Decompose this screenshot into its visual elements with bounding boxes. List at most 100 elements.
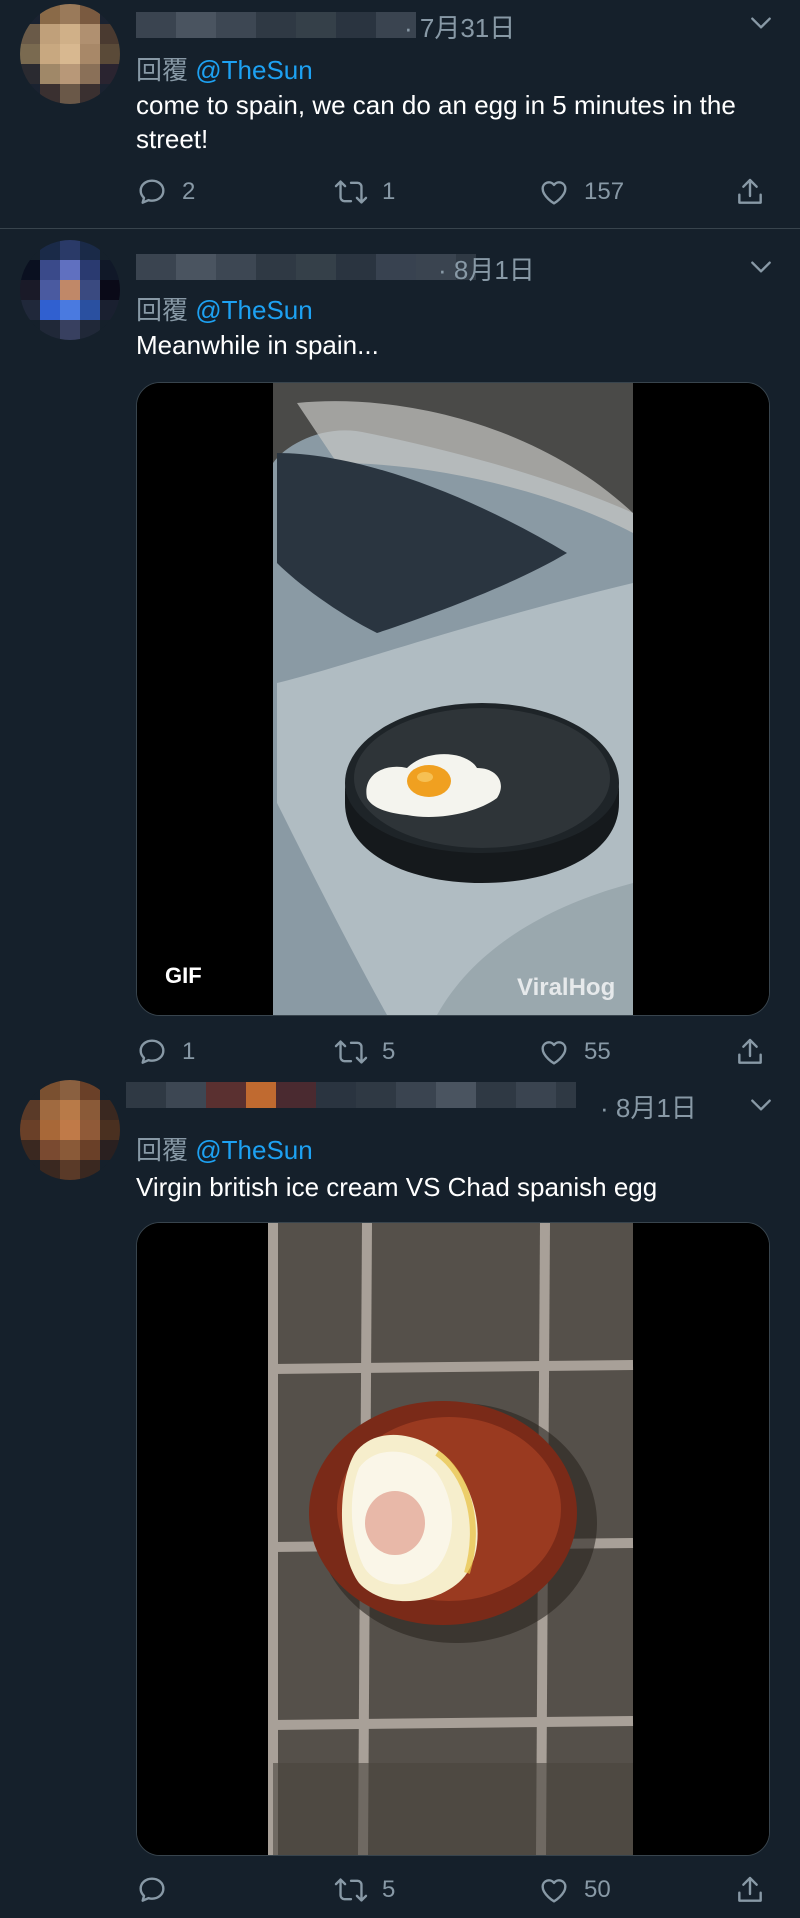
avatar-pixels: [20, 1080, 120, 1180]
author-name-blurred[interactable]: [136, 254, 476, 280]
avatar-pixel: [60, 84, 80, 104]
avatar-pixel: [80, 240, 100, 260]
like-button[interactable]: 55: [538, 1032, 611, 1072]
reply-count: 1: [182, 1038, 196, 1065]
retweet-count: 5: [382, 1038, 396, 1065]
avatar-pixel: [60, 320, 80, 340]
video-media[interactable]: [136, 1222, 770, 1856]
avatar-pixel: [20, 1140, 40, 1160]
avatar-pixel: [60, 1160, 80, 1180]
share-button[interactable]: [734, 172, 766, 212]
reply-icon: [139, 1877, 165, 1902]
reply-context: 回覆 @TheSun: [136, 1130, 313, 1167]
heart-icon: [541, 1041, 567, 1065]
avatar-pixel: [100, 320, 120, 340]
avatar-pixel: [80, 260, 100, 280]
avatar-pixel: [40, 1160, 60, 1180]
reply-handle-link[interactable]: @TheSun: [195, 295, 312, 325]
avatar-pixel: [80, 320, 100, 340]
avatar-pixel: [100, 1080, 120, 1100]
avatar-pixel: [100, 240, 120, 260]
avatar-pixels: [20, 4, 120, 104]
avatar-pixel: [60, 240, 80, 260]
reply-button[interactable]: [136, 1870, 182, 1910]
retweet-button[interactable]: 1: [334, 172, 395, 212]
avatar-pixel: [100, 4, 120, 24]
tweet-date[interactable]: · 8月1日: [600, 1088, 697, 1125]
like-button[interactable]: 50: [538, 1870, 611, 1910]
avatar[interactable]: [20, 1080, 120, 1180]
avatar-pixel: [40, 300, 60, 320]
avatar-pixel: [80, 1080, 100, 1100]
avatar-pixel: [20, 1160, 40, 1180]
chevron-down-icon[interactable]: [748, 10, 774, 36]
tweet-actions: 2 1 157: [136, 172, 776, 212]
gif-media[interactable]: GIF ViralHog: [136, 382, 770, 1016]
chevron-down-icon[interactable]: [748, 1092, 774, 1118]
author-name-blurred[interactable]: [136, 12, 416, 38]
tweet-text: Virgin british ice cream VS Chad spanish…: [136, 1172, 658, 1202]
share-button[interactable]: [734, 1870, 766, 1910]
avatar-pixel: [60, 300, 80, 320]
heart-icon: [541, 181, 567, 205]
tweet-date[interactable]: · 7月31日: [404, 8, 515, 45]
avatar-pixel: [20, 24, 40, 44]
like-count: 55: [584, 1038, 611, 1065]
avatar-pixel: [40, 320, 60, 340]
reply-button[interactable]: 2: [136, 172, 195, 212]
retweet-button[interactable]: 5: [334, 1032, 395, 1072]
reply-handle-link[interactable]: @TheSun: [195, 1135, 312, 1165]
avatar-pixel: [60, 4, 80, 24]
tweet-date[interactable]: · 8月1日: [438, 250, 535, 287]
share-icon: [738, 1876, 762, 1902]
reply-context: 回覆 @TheSun: [136, 50, 313, 87]
avatar[interactable]: [20, 4, 120, 104]
avatar-pixel: [20, 44, 40, 64]
avatar-pixel: [20, 1100, 40, 1120]
avatar-pixel: [80, 64, 100, 84]
avatar-pixel: [20, 64, 40, 84]
avatar-pixel: [40, 1140, 60, 1160]
avatar-pixel: [20, 320, 40, 340]
retweet-count: 1: [382, 178, 396, 205]
gif-frame-egg-in-pan: GIF ViralHog: [137, 383, 769, 1015]
avatar-pixel: [100, 260, 120, 280]
chevron-down-icon[interactable]: [748, 254, 774, 280]
reply-icon: [139, 179, 165, 204]
avatar-pixel: [40, 240, 60, 260]
reply-context: 回覆 @TheSun: [136, 290, 313, 327]
reply-prefix: 回覆: [136, 295, 189, 325]
reply-button[interactable]: 1: [136, 1032, 195, 1072]
avatar-pixel: [80, 4, 100, 24]
avatar-pixel: [80, 24, 100, 44]
avatar-pixel: [20, 280, 40, 300]
avatar-pixel: [80, 1140, 100, 1160]
avatar-pixel: [60, 1080, 80, 1100]
avatar-pixel: [60, 260, 80, 280]
avatar-pixels: [20, 240, 120, 340]
reply-handle-link[interactable]: @TheSun: [195, 55, 312, 85]
like-count: 50: [584, 1876, 611, 1903]
avatar-pixel: [40, 1080, 60, 1100]
avatar-pixel: [40, 4, 60, 24]
retweet-button[interactable]: 5: [334, 1870, 395, 1910]
avatar-pixel: [60, 1140, 80, 1160]
avatar-pixel: [80, 1100, 100, 1120]
reply-icon: [139, 1039, 165, 1064]
avatar-pixel: [60, 44, 80, 64]
avatar-pixel: [100, 1160, 120, 1180]
avatar-pixel: [20, 84, 40, 104]
avatar-pixel: [60, 64, 80, 84]
avatar[interactable]: [20, 240, 120, 340]
avatar-pixel: [60, 1120, 80, 1140]
watermark-label: ViralHog: [517, 974, 615, 1001]
avatar-pixel: [40, 64, 60, 84]
avatar-pixel: [40, 260, 60, 280]
share-button[interactable]: [734, 1032, 766, 1072]
like-button[interactable]: 157: [538, 172, 624, 212]
avatar-pixel: [40, 84, 60, 104]
tweet-divider: [0, 228, 800, 229]
tweet-text: Meanwhile in spain...: [136, 330, 379, 360]
share-icon: [738, 1038, 762, 1064]
author-name-blurred[interactable]: [126, 1082, 576, 1108]
